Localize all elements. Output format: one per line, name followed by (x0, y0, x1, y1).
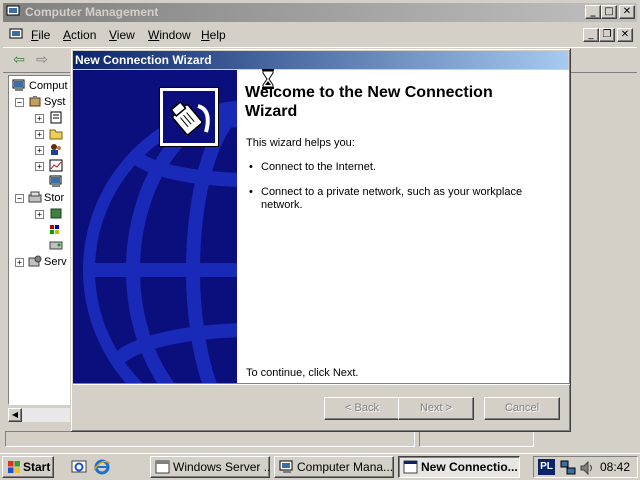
task-windows-server[interactable]: Windows Server ... (150, 456, 270, 478)
wizard-content: Welcome to the New Connection Wizard Thi… (237, 70, 569, 383)
new-connection-wizard-dialog: New Connection Wizard Welcome to the New… (70, 48, 571, 432)
bullet-text: Connect to a private network, such as yo… (261, 186, 523, 211)
task-label: New Connectio... (421, 460, 518, 474)
collapse-toggle[interactable]: − (15, 194, 24, 203)
tree-label: Serv (44, 256, 67, 268)
event-viewer-icon (50, 111, 62, 124)
ie-icon[interactable] (93, 458, 111, 476)
forward-arrow-icon[interactable]: ⇨ (31, 52, 53, 70)
expand-toggle[interactable]: + (35, 162, 44, 171)
back-button[interactable]: < Back (324, 397, 400, 420)
system-tray: PL 08:42 (533, 456, 638, 478)
wizard-intro: This wizard helps you: (246, 137, 355, 149)
start-label: Start (23, 460, 51, 474)
tree-label: Comput (29, 80, 68, 92)
bullet-dot: • (249, 161, 253, 173)
shared-folders-icon (49, 129, 63, 140)
performance-icon (49, 159, 63, 172)
disk-management-icon (49, 241, 63, 250)
clock[interactable]: 08:42 (600, 460, 630, 474)
child-close-button[interactable]: ✕ (617, 28, 633, 42)
wizard-title-bar[interactable]: New Connection Wizard (73, 51, 568, 69)
cancel-button[interactable]: Cancel (484, 397, 560, 420)
wizard-heading: Welcome to the New Connection Wizard (245, 84, 493, 120)
task-computer-management[interactable]: Computer Mana... (274, 456, 394, 478)
wizard-side-panel (73, 70, 237, 383)
task-label: Computer Mana... (297, 460, 394, 474)
console-tree: Comput − Syst + + + + − Stor + + Serv (8, 75, 74, 405)
back-arrow-icon[interactable]: ⇦ (8, 52, 30, 70)
collapse-toggle[interactable]: − (15, 98, 24, 107)
expand-toggle[interactable]: + (35, 114, 44, 123)
task-label: Windows Server ... (173, 460, 270, 474)
desktop-icon[interactable] (70, 458, 88, 476)
language-indicator[interactable]: PL (538, 459, 555, 475)
removable-storage-icon (50, 208, 62, 219)
menu-action[interactable]: Action (63, 28, 96, 42)
next-button[interactable]: Next > (398, 397, 474, 420)
expand-toggle[interactable]: + (35, 210, 44, 219)
storage-icon (28, 191, 42, 203)
status-cell (5, 431, 415, 447)
computer-icon (12, 79, 25, 91)
wizard-separator (73, 383, 570, 385)
window-icon (155, 460, 170, 474)
windows-logo-icon (8, 461, 20, 473)
volume-icon[interactable] (579, 460, 595, 476)
computer-management-icon (279, 460, 293, 473)
tree-label: Stor (44, 192, 65, 204)
menu-window[interactable]: Window (148, 28, 191, 42)
window-icon (403, 460, 418, 474)
main-title-bar[interactable]: Computer Management _ □ ✕ (3, 3, 637, 22)
services-icon (28, 255, 42, 267)
menu-help[interactable]: Help (201, 28, 226, 42)
network-tray-icon[interactable] (560, 460, 576, 476)
mdi-child-icon[interactable] (9, 28, 25, 42)
expand-toggle[interactable]: + (35, 130, 44, 139)
menu-bar: File Action View Window Help _ ❐ ✕ (3, 25, 637, 45)
wizard-continue-text: To continue, click Next. (246, 367, 359, 379)
menu-view[interactable]: View (109, 28, 135, 42)
maximize-button[interactable]: □ (601, 5, 617, 19)
taskbar: Start Windows Server ... Computer Mana..… (0, 453, 640, 480)
defrag-icon (50, 225, 59, 234)
device-manager-icon (49, 175, 62, 187)
child-minimize-button[interactable]: _ (583, 28, 599, 42)
main-window-title: Computer Management (25, 5, 159, 19)
tree-label: Syst (44, 96, 66, 108)
computer-management-icon (6, 5, 20, 18)
close-button[interactable]: ✕ (619, 5, 635, 19)
bullet-text: Connect to the Internet. (261, 161, 376, 173)
users-icon (51, 144, 61, 155)
status-cell (419, 431, 534, 447)
horizontal-scrollbar[interactable]: ◀ (8, 408, 70, 422)
scroll-left-button[interactable]: ◀ (8, 408, 22, 422)
bullet-dot: • (249, 186, 253, 198)
tools-icon (29, 96, 41, 107)
network-cable-icon (159, 87, 219, 147)
expand-toggle[interactable]: + (35, 146, 44, 155)
expand-toggle[interactable]: + (15, 258, 24, 267)
minimize-button[interactable]: _ (585, 5, 601, 19)
menu-file[interactable]: File (31, 28, 50, 42)
hourglass-icon (262, 69, 274, 89)
task-new-connection[interactable]: New Connectio... (398, 456, 520, 478)
child-restore-button[interactable]: ❐ (599, 28, 615, 42)
start-button[interactable]: Start (2, 456, 54, 478)
